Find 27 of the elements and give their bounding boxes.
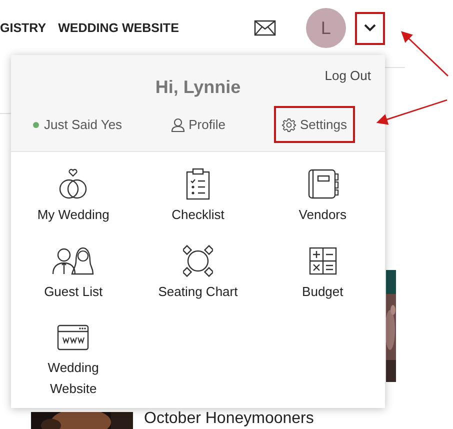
browser-icon bbox=[57, 322, 90, 353]
tool-link[interactable]: Wedding Website bbox=[11, 322, 136, 399]
couple-icon bbox=[52, 245, 94, 277]
settings-link[interactable]: Settings bbox=[274, 106, 355, 143]
notebook-icon bbox=[306, 168, 339, 200]
person-icon bbox=[170, 118, 185, 132]
mail-icon[interactable] bbox=[254, 20, 276, 36]
article-title: October Honeymooners bbox=[144, 410, 314, 428]
tool-link[interactable]: Budget bbox=[260, 245, 385, 322]
gear-icon bbox=[282, 118, 296, 132]
annotation-arrow bbox=[400, 31, 448, 76]
tool-link[interactable]: My Wedding bbox=[11, 168, 136, 245]
nav-link[interactable]: WEDDING WEBSITE bbox=[58, 21, 179, 35]
chevron-icon bbox=[364, 24, 376, 32]
tool-link[interactable]: Checklist bbox=[136, 168, 260, 245]
status-label: Just Said Yes bbox=[44, 117, 122, 132]
calculator-icon bbox=[308, 245, 337, 277]
tool-link[interactable]: Guest List bbox=[11, 245, 136, 322]
clipboard-icon bbox=[184, 168, 211, 200]
round-table-icon bbox=[182, 245, 213, 277]
tool-link[interactable]: Vendors bbox=[260, 168, 385, 245]
log-out-link[interactable]: Log Out bbox=[324, 68, 371, 83]
dropdown-button[interactable] bbox=[354, 12, 385, 44]
annotation-arrow bbox=[376, 99, 448, 125]
profile-link[interactable]: Profile bbox=[162, 106, 234, 143]
nav-link[interactable]: GISTRY bbox=[0, 21, 46, 35]
tool-link[interactable]: Seating Chart bbox=[136, 245, 260, 322]
